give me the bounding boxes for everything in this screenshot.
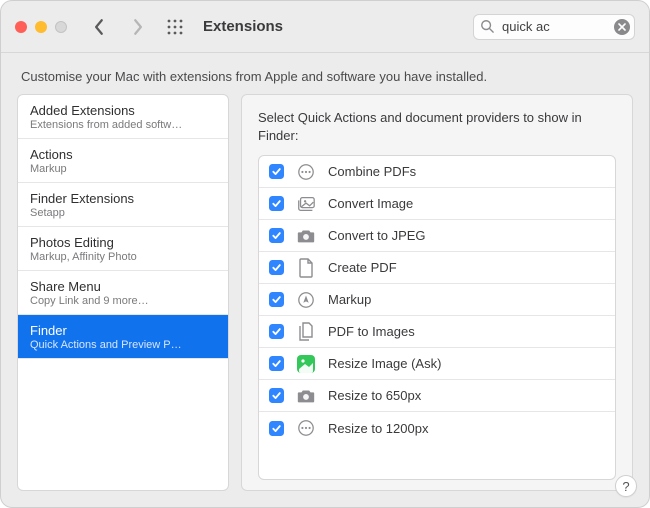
quick-action-checkbox[interactable]: [269, 164, 284, 179]
chevron-right-icon: [131, 18, 144, 36]
zoom-window-button[interactable]: [55, 21, 67, 33]
sidebar-item-title: Finder Extensions: [30, 191, 216, 206]
x-icon: [618, 23, 626, 31]
document-icon: [296, 258, 316, 278]
sidebar-item-subtitle: Markup: [30, 163, 216, 175]
main-heading: Select Quick Actions and document provid…: [258, 109, 616, 145]
camera-icon: [296, 386, 316, 406]
quick-action-row: Resize to 650px: [259, 380, 615, 412]
camera-icon: [296, 226, 316, 246]
toolbar: Extensions: [1, 1, 649, 53]
quick-action-row: Convert Image: [259, 188, 615, 220]
quick-actions-list: Combine PDFs Convert Image Convert to JPEG…: [258, 155, 616, 480]
sidebar-item-title: Added Extensions: [30, 103, 216, 118]
pane-description: Customise your Mac with extensions from …: [1, 53, 649, 94]
sidebar-item-subtitle: Markup, Affinity Photo: [30, 251, 216, 263]
quick-action-checkbox[interactable]: [269, 196, 284, 211]
show-all-button[interactable]: [163, 15, 187, 39]
photo-green-icon: [296, 354, 316, 374]
chevron-left-icon: [93, 18, 106, 36]
quick-action-row: Markup: [259, 284, 615, 316]
grid-icon: [167, 19, 183, 35]
quick-action-checkbox[interactable]: [269, 324, 284, 339]
pen-circle-icon: [296, 290, 316, 310]
search-icon: [480, 19, 494, 36]
quick-action-checkbox[interactable]: [269, 421, 284, 436]
sidebar-item-subtitle: Extensions from added softw…: [30, 119, 216, 131]
help-button[interactable]: ?: [615, 475, 637, 497]
sidebar-item-actions[interactable]: ActionsMarkup: [18, 139, 228, 183]
sidebar-item-share-menu[interactable]: Share MenuCopy Link and 9 more…: [18, 271, 228, 315]
sidebar-item-subtitle: Setapp: [30, 207, 216, 219]
quick-action-label: Markup: [328, 292, 371, 307]
sidebar-item-finder[interactable]: FinderQuick Actions and Preview P…: [18, 315, 228, 359]
quick-action-label: Resize to 1200px: [328, 421, 428, 436]
window-title: Extensions: [203, 18, 283, 35]
quick-action-checkbox[interactable]: [269, 292, 284, 307]
quick-action-checkbox[interactable]: [269, 388, 284, 403]
quick-action-row: PDF to Images: [259, 316, 615, 348]
quick-action-label: Convert to JPEG: [328, 228, 426, 243]
quick-action-label: PDF to Images: [328, 324, 415, 339]
ellipsis-circle-icon: [296, 418, 316, 438]
quick-action-row: Combine PDFs: [259, 156, 615, 188]
sidebar-item-title: Actions: [30, 147, 216, 162]
doc-stack-icon: [296, 322, 316, 342]
quick-action-row: Resize to 1200px: [259, 412, 615, 444]
minimize-window-button[interactable]: [35, 21, 47, 33]
sidebar-item-added-extensions[interactable]: Added ExtensionsExtensions from added so…: [18, 95, 228, 139]
sidebar: Added ExtensionsExtensions from added so…: [17, 94, 229, 491]
clear-search-button[interactable]: [614, 19, 630, 35]
back-button[interactable]: [87, 15, 111, 39]
sidebar-item-title: Photos Editing: [30, 235, 216, 250]
quick-action-label: Combine PDFs: [328, 164, 416, 179]
ellipsis-circle-icon: [296, 162, 316, 182]
quick-action-label: Resize Image (Ask): [328, 356, 441, 371]
quick-action-checkbox[interactable]: [269, 356, 284, 371]
quick-action-label: Resize to 650px: [328, 388, 421, 403]
main-panel: Select Quick Actions and document provid…: [241, 94, 633, 491]
quick-action-row: Convert to JPEG: [259, 220, 615, 252]
preferences-window: Extensions Customise your Mac with exten…: [0, 0, 650, 508]
photo-stack-icon: [296, 194, 316, 214]
quick-action-label: Create PDF: [328, 260, 397, 275]
quick-action-row: Create PDF: [259, 252, 615, 284]
close-window-button[interactable]: [15, 21, 27, 33]
search-field-wrap: [473, 14, 635, 40]
traffic-lights: [15, 21, 67, 33]
quick-action-checkbox[interactable]: [269, 228, 284, 243]
quick-action-row: Resize Image (Ask): [259, 348, 615, 380]
content-area: Added ExtensionsExtensions from added so…: [1, 94, 649, 507]
sidebar-item-subtitle: Copy Link and 9 more…: [30, 295, 216, 307]
quick-action-checkbox[interactable]: [269, 260, 284, 275]
sidebar-item-photos-editing[interactable]: Photos EditingMarkup, Affinity Photo: [18, 227, 228, 271]
sidebar-item-title: Share Menu: [30, 279, 216, 294]
forward-button[interactable]: [125, 15, 149, 39]
sidebar-item-title: Finder: [30, 323, 216, 338]
sidebar-item-subtitle: Quick Actions and Preview P…: [30, 339, 216, 351]
sidebar-item-finder-extensions[interactable]: Finder ExtensionsSetapp: [18, 183, 228, 227]
search-input[interactable]: [500, 18, 612, 35]
quick-action-label: Convert Image: [328, 196, 413, 211]
